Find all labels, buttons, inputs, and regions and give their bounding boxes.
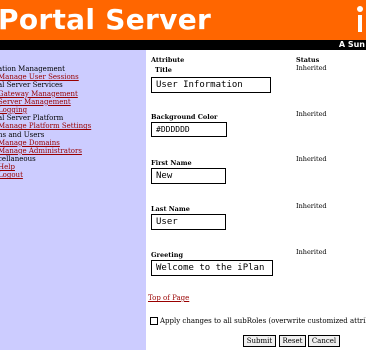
sidebar-heading-miscellaneous: cellaneous — [0, 155, 36, 164]
last-name-field[interactable]: User — [151, 214, 226, 230]
background-color-label: Background Color — [151, 113, 218, 121]
title-label: Title — [155, 66, 172, 74]
tagline: A Sun — [338, 40, 365, 49]
greeting-status: Inherited — [296, 248, 327, 256]
sidebar-link-gateway-management[interactable]: Gateway Management — [0, 90, 78, 98]
status-column-header: Status — [296, 56, 320, 64]
sidebar-nav: ation Management Manage User Sessions al… — [0, 65, 91, 180]
sidebar-link-manage-administrators[interactable]: Manage Administrators — [0, 147, 82, 155]
first-name-field[interactable]: New — [151, 168, 226, 184]
sidebar-link-server-management[interactable]: Server Management — [0, 98, 71, 106]
last-name-status: Inherited — [296, 202, 327, 210]
sidebar-heading-domains-users: ns and Users — [0, 130, 45, 139]
apply-subroles-checkbox[interactable] — [150, 317, 158, 325]
submit-button[interactable]: Submit — [243, 335, 276, 347]
reset-button[interactable]: Reset — [279, 335, 306, 347]
first-name-status: Inherited — [296, 155, 327, 163]
apply-subroles-label: Apply changes to all subRoles (overwrite… — [160, 317, 366, 325]
background-color-field[interactable]: #DDDDDD — [151, 122, 227, 137]
background-color-status: Inherited — [296, 110, 327, 118]
sidebar-heading-session-management: ation Management — [0, 65, 65, 73]
iplanet-logo-icon — [355, 6, 365, 36]
last-name-label: Last Name — [151, 205, 190, 213]
title-status: Inherited — [296, 64, 327, 72]
sidebar-link-manage-domains[interactable]: Manage Domains — [0, 139, 60, 147]
greeting-label: Greeting — [151, 251, 183, 259]
greeting-field[interactable]: Welcome to the iPlan — [151, 260, 273, 276]
tagline-bar — [0, 40, 366, 50]
sidebar-heading-server-platform: al Server Platform — [0, 114, 64, 123]
sidebar-link-manage-platform-settings[interactable]: Manage Platform Settings — [0, 122, 91, 130]
title-field[interactable]: User Information — [151, 77, 271, 93]
sidebar-link-logout[interactable]: Logout — [0, 171, 23, 179]
cancel-button[interactable]: Cancel — [308, 335, 340, 347]
first-name-label: First Name — [151, 159, 192, 167]
attribute-column-header: Attribute — [151, 56, 185, 64]
app-title: Portal Server — [0, 3, 212, 36]
top-of-page-link[interactable]: Top of Page — [148, 294, 189, 302]
sidebar-heading-server-services: al Server Services — [0, 81, 63, 90]
sidebar-link-logging[interactable]: Logging — [0, 106, 27, 114]
sidebar-link-manage-user-sessions[interactable]: Manage User Sessions — [0, 73, 79, 81]
sidebar-link-help[interactable]: Help — [0, 163, 15, 171]
